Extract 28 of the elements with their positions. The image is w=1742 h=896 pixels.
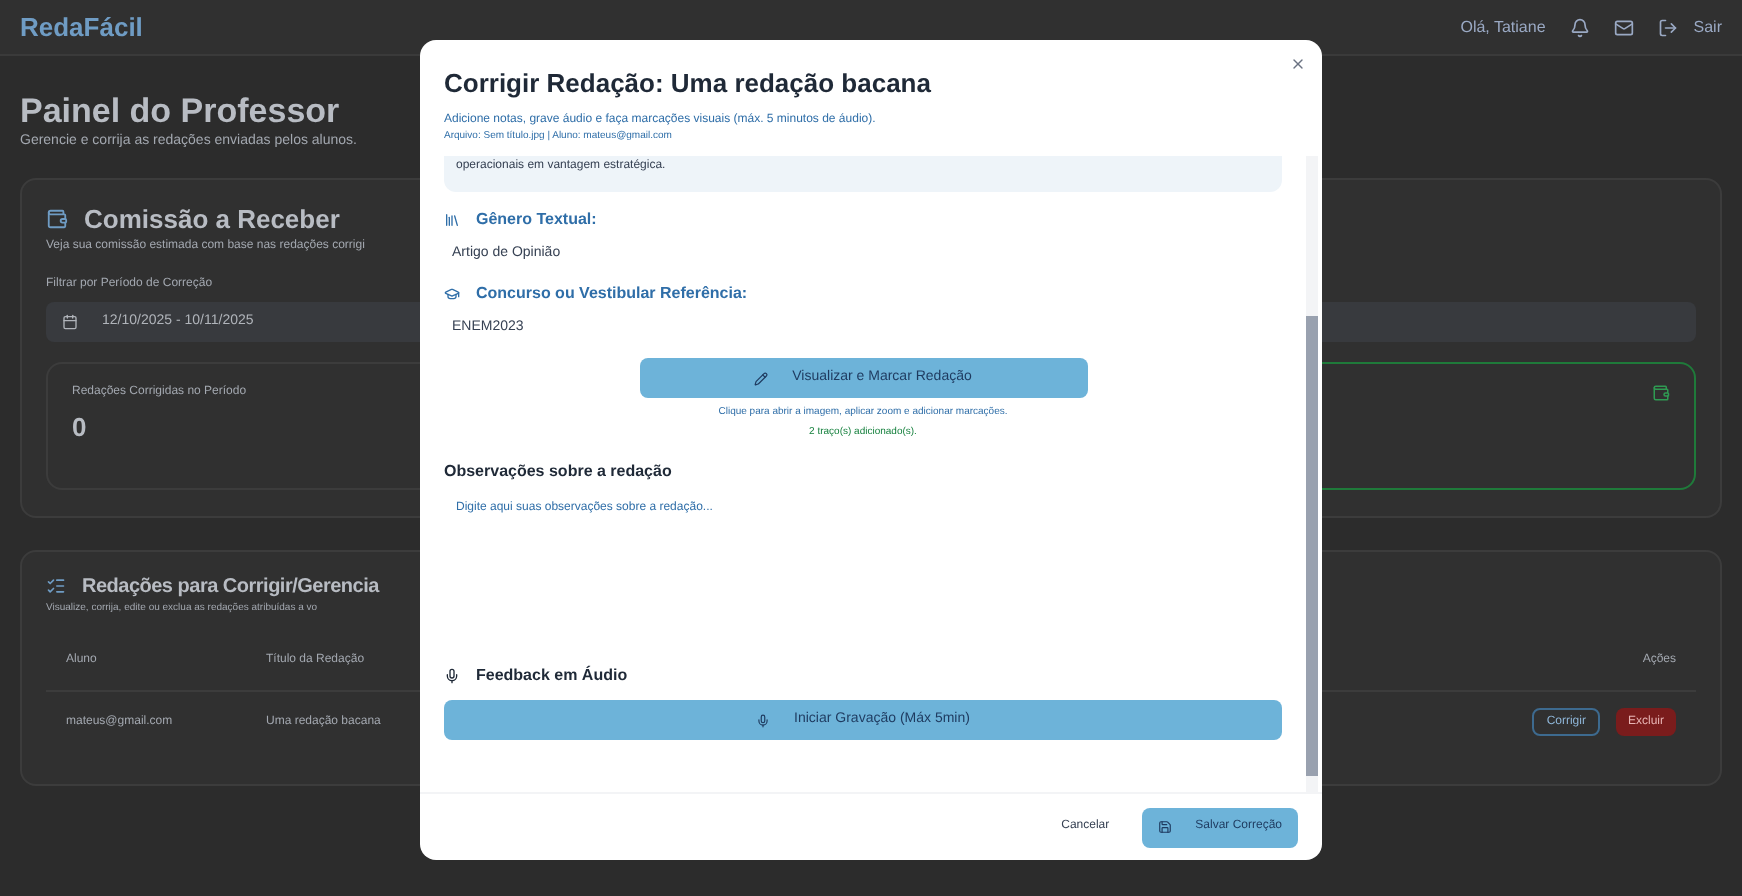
dialog-title: Corrigir Redação: Uma redação bacana bbox=[444, 66, 933, 102]
microphone-icon bbox=[444, 668, 460, 684]
mail-icon[interactable] bbox=[1613, 17, 1634, 37]
stat-value: 0 bbox=[72, 410, 89, 447]
field-label: Concurso ou Vestibular Referência: bbox=[476, 281, 748, 305]
scrollbar[interactable] bbox=[1306, 156, 1318, 792]
notes-label: Observações sobre a redação bbox=[444, 460, 674, 484]
scrollbar-thumb[interactable] bbox=[1306, 316, 1318, 776]
microphone-icon bbox=[756, 713, 771, 727]
audio-label: Feedback em Áudio bbox=[476, 664, 628, 688]
notification-icon[interactable] bbox=[1569, 17, 1590, 37]
card-title: Comissão a Receber bbox=[84, 201, 340, 238]
page-title: Painel do Professor bbox=[20, 90, 340, 133]
logout-icon bbox=[1657, 17, 1678, 37]
user-greeting: Olá, Tatiane bbox=[1460, 15, 1546, 39]
brand-logo: RedaFácil bbox=[20, 9, 143, 46]
list-icon bbox=[46, 576, 66, 597]
graduation-cap-icon bbox=[444, 285, 460, 301]
pencil-icon bbox=[754, 371, 769, 385]
logout-button[interactable]: Sair bbox=[1657, 15, 1722, 39]
wallet-icon bbox=[46, 208, 68, 230]
close-button[interactable] bbox=[1290, 56, 1306, 72]
calendar-icon bbox=[62, 314, 78, 331]
save-icon bbox=[1157, 820, 1172, 834]
books-icon bbox=[444, 212, 460, 228]
wallet-icon bbox=[1652, 384, 1670, 403]
field-label: Gênero Textual: bbox=[476, 208, 597, 232]
card-title: Redações para Corrigir/Gerencia bbox=[82, 573, 379, 602]
